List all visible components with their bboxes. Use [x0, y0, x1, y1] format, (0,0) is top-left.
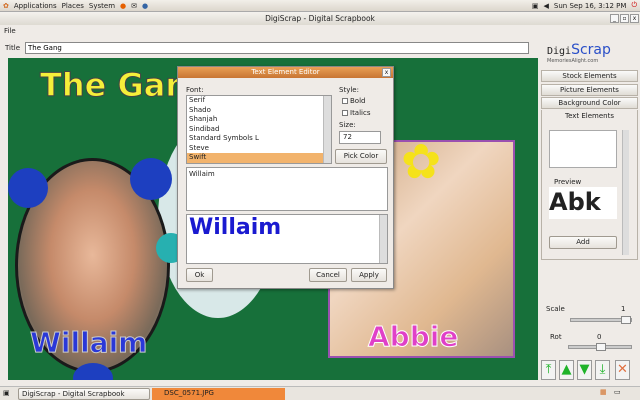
- button-decoration[interactable]: [8, 168, 48, 208]
- font-list-scrollbar[interactable]: [323, 96, 331, 163]
- caption-abbie[interactable]: Abbie: [367, 320, 458, 354]
- volume-icon[interactable]: ◀: [544, 2, 549, 10]
- taskbar-item-digiscrap[interactable]: DigiScrap - Digital Scrapbook: [18, 388, 150, 400]
- firefox-icon[interactable]: ●: [120, 2, 126, 10]
- add-button[interactable]: Add: [549, 236, 617, 249]
- tab-background-color[interactable]: Background Color: [541, 97, 638, 109]
- menu-file[interactable]: File: [4, 27, 16, 35]
- font-label: Font:: [186, 86, 204, 94]
- font-item[interactable]: Shanjah: [187, 115, 331, 125]
- taskbar: ▣ DigiScrap - Digital Scrapbook DSC_0571…: [0, 386, 640, 400]
- bring-to-front-icon[interactable]: ⤒: [541, 360, 556, 380]
- font-item[interactable]: Sindibad: [187, 125, 331, 135]
- show-desktop-icon[interactable]: ▣: [3, 389, 10, 397]
- font-item-selected[interactable]: Swift: [187, 153, 331, 163]
- font-item[interactable]: Shado: [187, 106, 331, 116]
- title-row: Title: [0, 40, 540, 56]
- caption-willaim[interactable]: Willaim: [29, 326, 147, 360]
- help-icon[interactable]: ●: [142, 2, 148, 10]
- ubuntu-logo-icon: ✿: [3, 1, 9, 10]
- maximize-button[interactable]: ▫: [620, 14, 629, 23]
- font-item[interactable]: Serif: [187, 96, 331, 106]
- taskbar-item-photo[interactable]: DSC_0571.JPG: [152, 388, 285, 400]
- text-elements-panel: Text Elements Preview Abk Add: [541, 110, 638, 260]
- mail-icon[interactable]: ✉: [131, 2, 137, 10]
- button-decoration[interactable]: [130, 158, 172, 200]
- cancel-button[interactable]: Cancel: [309, 268, 347, 282]
- close-button[interactable]: x: [630, 14, 639, 23]
- menu-system[interactable]: System: [89, 2, 115, 10]
- preview-scrollbar[interactable]: [379, 215, 387, 263]
- flower-decoration[interactable]: ✿: [401, 138, 441, 186]
- send-to-back-icon[interactable]: ⤓: [595, 360, 610, 380]
- apply-button[interactable]: Apply: [351, 268, 387, 282]
- scale-slider[interactable]: [570, 316, 632, 324]
- menu-places[interactable]: Places: [62, 2, 84, 10]
- scale-value: 1: [621, 305, 626, 313]
- move-up-icon[interactable]: ▲: [559, 360, 574, 380]
- text-preview: Willaim: [186, 214, 388, 264]
- text-elements-list[interactable]: [549, 130, 617, 168]
- workspace-icon[interactable]: ▦: [600, 388, 607, 396]
- panel-scrollbar[interactable]: [622, 130, 629, 255]
- ok-button[interactable]: Ok: [186, 268, 213, 282]
- rot-value: 0: [597, 333, 602, 341]
- dialog-titlebar: Text Element Editor: [178, 67, 393, 78]
- window-title: DigiScrap - Digital Scrapbook: [265, 14, 375, 23]
- title-input[interactable]: [25, 42, 529, 54]
- top-panel: ✿ Applications Places System ● ✉ ● ▣ ◀ S…: [0, 0, 640, 12]
- tab-stock-elements[interactable]: Stock Elements: [541, 70, 638, 82]
- trash-icon[interactable]: ▭: [614, 388, 621, 396]
- bold-checkbox[interactable]: Bold: [342, 97, 365, 105]
- dialog-close-button[interactable]: x: [382, 68, 391, 77]
- font-list[interactable]: Serif Shado Shanjah Sindibad Standard Sy…: [186, 95, 332, 164]
- italics-checkbox[interactable]: Italics: [342, 109, 370, 117]
- digiscrap-logo: DigiScrap MemoriesAlight.com: [547, 42, 611, 64]
- text-input[interactable]: Willaim: [186, 167, 388, 211]
- tab-text-elements[interactable]: Text Elements: [542, 110, 637, 120]
- rot-label: Rot: [550, 333, 562, 341]
- window-titlebar: DigiScrap - Digital Scrapbook: [0, 12, 640, 25]
- rot-slider[interactable]: [568, 343, 632, 351]
- font-item[interactable]: Standard Symbols L: [187, 134, 331, 144]
- scale-label: Scale: [546, 305, 565, 313]
- preview-label: Preview: [554, 178, 582, 186]
- clock[interactable]: Sun Sep 16, 3:12 PM: [554, 2, 627, 10]
- font-preview: Abk: [549, 187, 617, 219]
- move-down-icon[interactable]: ▼: [577, 360, 592, 380]
- menu-applications[interactable]: Applications: [14, 2, 57, 10]
- tab-picture-elements[interactable]: Picture Elements: [541, 84, 638, 96]
- minimize-button[interactable]: _: [610, 14, 619, 23]
- size-input[interactable]: 72: [339, 131, 381, 144]
- power-icon[interactable]: ⏻: [631, 1, 637, 10]
- text-element-editor-dialog: Text Element Editor x Font: Serif Shado …: [177, 66, 394, 289]
- delete-icon[interactable]: ✕: [615, 360, 630, 380]
- pick-color-button[interactable]: Pick Color: [335, 149, 387, 164]
- network-icon[interactable]: ▣: [532, 2, 539, 10]
- size-label: Size:: [339, 121, 356, 129]
- style-label: Style:: [339, 86, 359, 94]
- title-label: Title: [5, 44, 21, 52]
- font-item[interactable]: Steve: [187, 144, 331, 154]
- menubar: File: [0, 25, 640, 37]
